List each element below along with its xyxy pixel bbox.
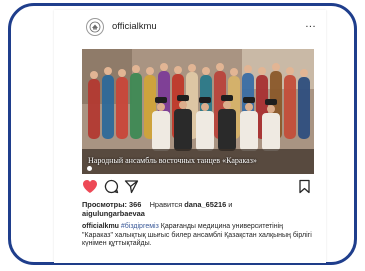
liked-and: и [228, 200, 233, 209]
post-header: officialkmu ... [54, 10, 326, 42]
avatar[interactable] [86, 18, 104, 36]
post-description: officialkmu #біздіргеміз Қарағанды медиц… [82, 223, 314, 248]
bookmark-icon[interactable] [298, 179, 311, 199]
more-icon[interactable]: ... [305, 18, 316, 30]
liked-second-user-link[interactable]: aigulungarbaevaa [82, 209, 314, 219]
liked-user-link[interactable]: dana_65216 [184, 200, 226, 209]
post-photo[interactable]: Народный ансамбль восточных танцев «Кара… [82, 49, 314, 174]
post-username[interactable]: officialkmu [112, 21, 157, 32]
comment-icon[interactable] [104, 179, 119, 199]
liked-prefix: Нравится [149, 200, 183, 209]
views-count: Просмотры: 366 [82, 200, 142, 209]
description-author[interactable]: officialkmu [82, 223, 119, 230]
post-meta: Просмотры: 366 Нравится dana_65216 и aig… [82, 200, 314, 248]
instagram-post: officialkmu ... Народный ансамбль восточ… [54, 10, 326, 263]
heart-icon[interactable] [82, 179, 98, 199]
photo-caption: Народный ансамбль восточных танцев «Кара… [88, 156, 257, 165]
media-indicator-icon [87, 166, 92, 171]
description-hashtag[interactable]: #біздіргеміз [121, 223, 159, 230]
post-actions [82, 179, 314, 199]
university-emblem-icon [89, 21, 101, 33]
share-icon[interactable] [124, 179, 139, 199]
